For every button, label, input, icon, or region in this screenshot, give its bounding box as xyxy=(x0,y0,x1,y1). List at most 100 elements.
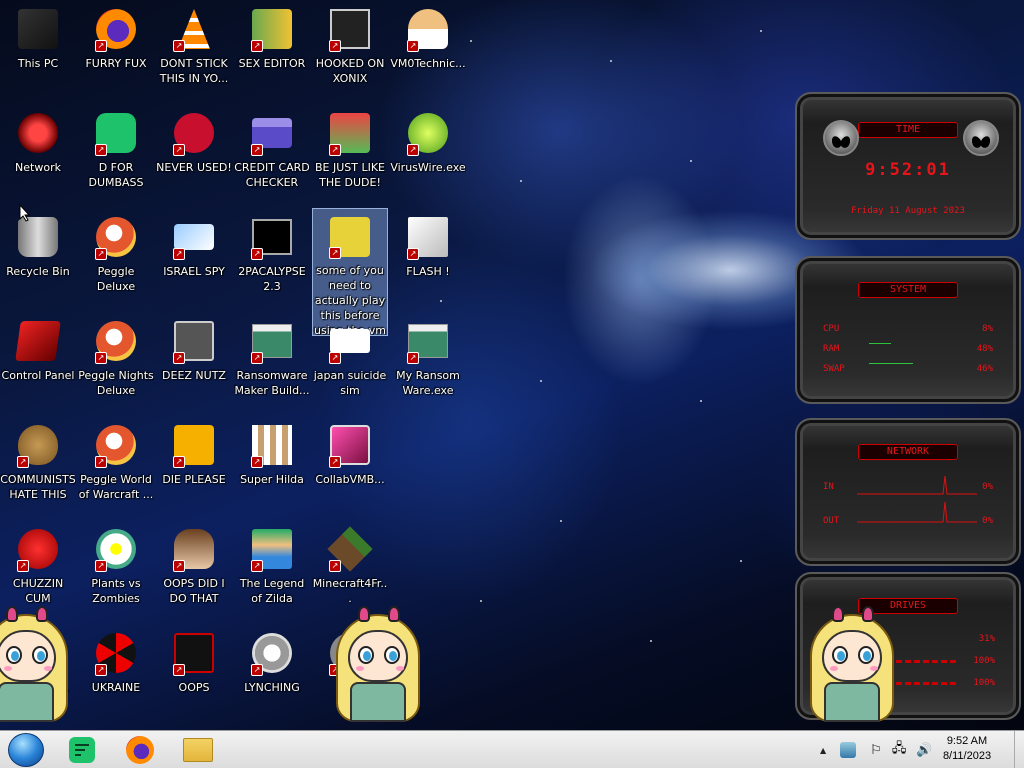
desktop-icon-deez-nutz[interactable]: ↗ DEEZ NUTZ xyxy=(156,312,232,412)
taskbar-dfor-app-button[interactable] xyxy=(60,733,104,767)
network-status-icon[interactable]: 🖧 xyxy=(892,739,907,761)
desktop-icon-peggle-world[interactable]: ↗ Peggle World of Warcraft ... xyxy=(78,416,154,516)
cartoon-girl-sprite[interactable] xyxy=(330,604,426,722)
desktop-icon-credit-card[interactable]: ↗ CREDIT CARD CHECKER xyxy=(234,104,310,204)
desktop-icon-vm0technic[interactable]: ↗ VM0Technic... xyxy=(390,0,466,100)
desktop-icon-dont-stick[interactable]: ↗ DONT STICK THIS IN YO... xyxy=(156,0,232,100)
swap-label: SWAP xyxy=(823,364,845,374)
shortcut-arrow-icon: ↗ xyxy=(95,560,107,572)
taskbar-clock[interactable]: 9:52 AM 8/11/2023 xyxy=(932,734,1002,764)
desktop-icon-network[interactable]: Network xyxy=(0,104,76,204)
desktop-icon-label: Control Panel xyxy=(1,369,75,382)
tray-app-icon[interactable] xyxy=(840,742,857,758)
stacked-windows-icon: ↗ xyxy=(171,318,217,364)
desktop-icon-legend-zilda[interactable]: ↗ The Legend of Zilda xyxy=(234,520,310,620)
desktop-icon-label: FURRY FUX xyxy=(85,57,147,70)
dfor-app-icon xyxy=(69,737,95,763)
desktop-icon-my-ransom[interactable]: ↗ My Ransom Ware.exe xyxy=(390,312,466,412)
doctor-icon: ↗ xyxy=(405,6,451,52)
show-hidden-icons-button[interactable]: ▲ xyxy=(820,746,826,755)
shortcut-arrow-icon: ↗ xyxy=(95,40,107,52)
swap-row: SWAP 46% xyxy=(823,364,993,376)
desktop-icon-be-just-like[interactable]: ↗ BE JUST LIKE THE DUDE! xyxy=(312,104,388,204)
desktop-icon-label: CollabVMB... xyxy=(315,473,385,486)
drive-3-value: 100% xyxy=(973,678,995,688)
portrait-icon: ↗ xyxy=(171,526,217,572)
shortcut-arrow-icon: ↗ xyxy=(329,352,341,364)
desktop-icon-label: COMMUNISTS HATE THIS G... xyxy=(0,473,76,501)
desktop-icon-label: UKRAINE xyxy=(91,681,141,694)
shortcut-arrow-icon: ↗ xyxy=(173,560,185,572)
desktop-icon-flash[interactable]: ↗ FLASH ! xyxy=(390,208,466,308)
shortcut-arrow-icon: ↗ xyxy=(407,248,419,260)
desktop-icon-ransomware-maker[interactable]: ↗ Ransomware Maker Build... xyxy=(234,312,310,412)
desktop-icon-die-please[interactable]: ↗ DIE PLEASE xyxy=(156,416,232,516)
shortcut-arrow-icon: ↗ xyxy=(329,144,341,156)
taskbar-firefox-button[interactable] xyxy=(118,733,162,767)
ram-value: 48% xyxy=(976,344,993,354)
desktop-icon-japan-suicide[interactable]: ↗ japan suicide sim xyxy=(312,312,388,412)
shortcut-arrow-icon: ↗ xyxy=(251,560,263,572)
desktop-icon-label: This PC xyxy=(17,57,59,70)
desktop-icon-oops[interactable]: ↗ OOPS xyxy=(156,624,232,724)
network-panel: NETWORK IN 0% OUT 0% xyxy=(795,418,1021,566)
ram-row: RAM 48% xyxy=(823,344,993,356)
volume-icon[interactable]: 🔊 xyxy=(916,743,932,758)
taskbar-file-explorer-button[interactable] xyxy=(176,733,220,767)
grass-block-icon: ↗ xyxy=(327,526,373,572)
shortcut-arrow-icon: ↗ xyxy=(251,456,263,468)
desktop-icon-plants-zombies[interactable]: ↗ Plants vs Zombies xyxy=(78,520,154,620)
shortcut-arrow-icon: ↗ xyxy=(251,40,263,52)
shortcut-arrow-icon: ↗ xyxy=(95,664,107,676)
xonix-game-icon: ↗ xyxy=(327,6,373,52)
desktop-icon-collabvmb[interactable]: ↗ CollabVMB... xyxy=(312,416,388,516)
desktop-icon-super-hilda[interactable]: ↗ Super Hilda xyxy=(234,416,310,516)
shortcut-arrow-icon: ↗ xyxy=(173,248,185,260)
desktop-icon-d-for-dumbass[interactable]: ↗ D FOR DUMBASS xyxy=(78,104,154,204)
desktop-icon-label: OOPS DID I DO THAT xyxy=(163,577,225,605)
desktop-icon-recycle-bin[interactable]: Recycle Bin xyxy=(0,208,76,308)
cartoon-girl-sprite[interactable] xyxy=(804,604,900,722)
desktop-icon-2pacalypse[interactable]: ↗ 2PACALYPSE 2.3 xyxy=(234,208,310,308)
desktop-icon-communists[interactable]: ↗ COMMUNISTS HATE THIS G... xyxy=(0,416,76,516)
network-tab: NETWORK xyxy=(858,444,958,460)
peggle-icon: ↗ xyxy=(93,318,139,364)
red-chuzzle-icon: ↗ xyxy=(15,526,61,572)
shortcut-arrow-icon: ↗ xyxy=(95,456,107,468)
desktop-icon-furry-fux[interactable]: ↗ FURRY FUX xyxy=(78,0,154,100)
desktop-icon-peggle-deluxe[interactable]: ↗ Peggle Deluxe xyxy=(78,208,154,308)
start-button[interactable] xyxy=(8,733,44,767)
cpu-label: CPU xyxy=(823,324,840,334)
show-desktop-button[interactable] xyxy=(1014,731,1024,768)
action-center-icon[interactable]: ⚐ xyxy=(870,743,882,758)
desktop-icon-sex-editor[interactable]: ↗ SEX EDITOR xyxy=(234,0,310,100)
desktop-icon-never-used[interactable]: ↗ NEVER USED! xyxy=(156,104,232,204)
net-in-value: 0% xyxy=(982,482,993,492)
gadget-date: Friday 11 August 2023 xyxy=(851,206,965,216)
desktop-icon-this-pc[interactable]: This PC xyxy=(0,0,76,100)
desktop-icon-ukraine[interactable]: ↗ UKRAINE xyxy=(78,624,154,724)
gear-badge-icon: ↗ xyxy=(249,630,295,676)
shortcut-arrow-icon: ↗ xyxy=(407,40,419,52)
folder-icon xyxy=(183,738,213,762)
desktop-icon-peggle-nights[interactable]: ↗ Peggle Nights Deluxe xyxy=(78,312,154,412)
desktop-icon-israel-spy[interactable]: ↗ ISRAEL SPY xyxy=(156,208,232,308)
desktop-icon-label: ISRAEL SPY xyxy=(163,265,225,278)
desktop-icon-oops-did-i[interactable]: ↗ OOPS DID I DO THAT xyxy=(156,520,232,620)
pink-monitor-icon: ↗ xyxy=(327,422,373,468)
desktop-icon-label: BE JUST LIKE THE DUDE! xyxy=(314,161,386,189)
cartoon-girl-sprite[interactable] xyxy=(0,604,74,722)
pixel-hero-icon: ↗ xyxy=(249,526,295,572)
cpu-row: CPU 8% xyxy=(823,324,993,336)
desktop-icon-hooked-on-xonix[interactable]: ↗ HOOKED ON XONIX xyxy=(312,0,388,100)
desktop-icon-label: Plants vs Zombies xyxy=(91,577,141,605)
desktop-icon-viruswire[interactable]: ↗ VirusWire.exe xyxy=(390,104,466,204)
time-panel: TIME 9:52:01 Friday 11 August 2023 xyxy=(795,92,1021,240)
dark-window-icon: ↗ xyxy=(171,630,217,676)
desktop-icon-control-panel[interactable]: Control Panel xyxy=(0,312,76,412)
drive-1-value: 31% xyxy=(978,634,995,644)
devcpp-icon: ↗ xyxy=(171,110,217,156)
desktop-icon-lynching[interactable]: ↗ LYNCHING xyxy=(234,624,310,724)
desktop-icon-label: OOPS xyxy=(178,681,210,694)
shortcut-arrow-icon: ↗ xyxy=(173,352,185,364)
